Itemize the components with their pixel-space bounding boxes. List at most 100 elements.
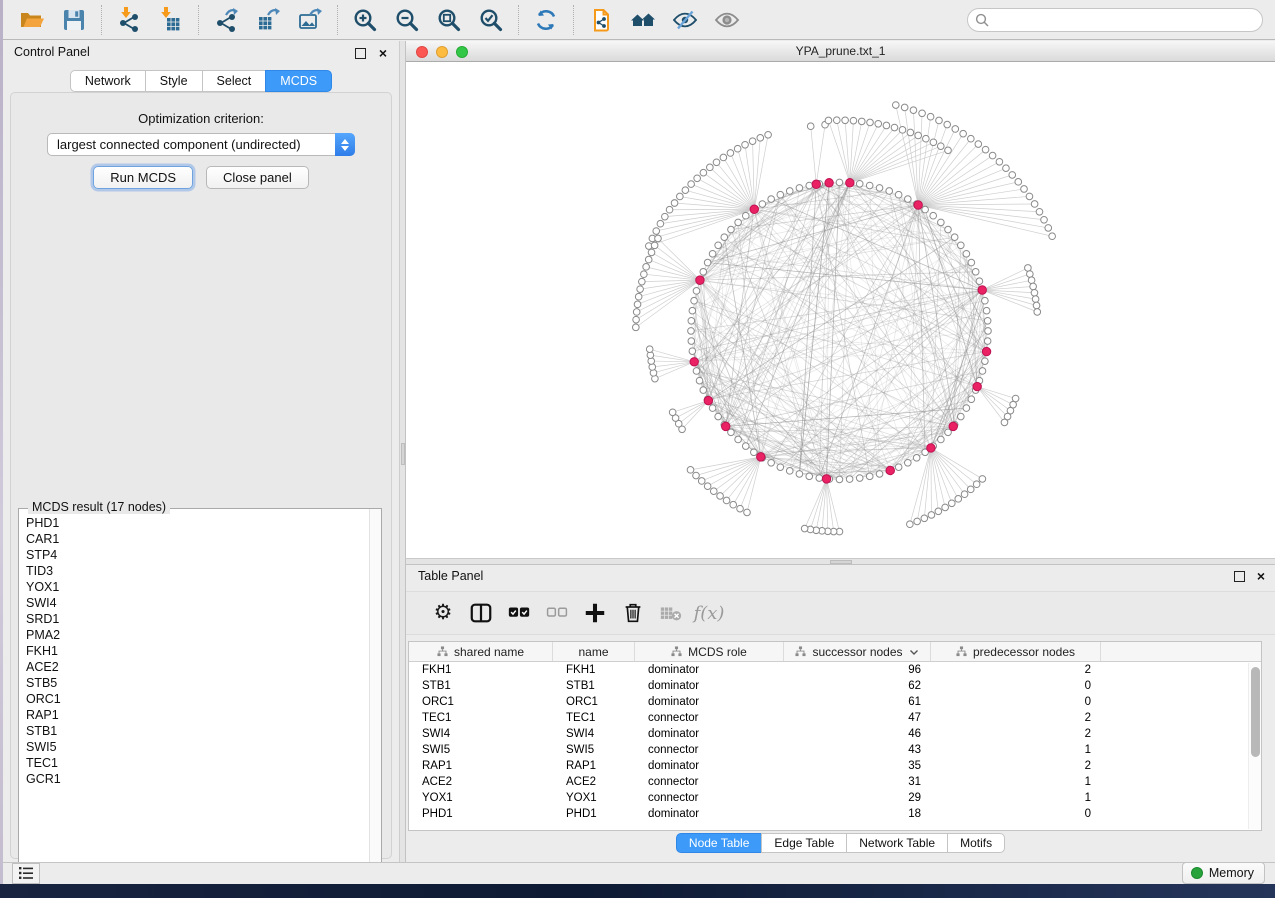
network-canvas[interactable] [406, 62, 1275, 558]
memory-button[interactable]: Memory [1182, 862, 1265, 884]
hide-selected-icon[interactable] [670, 5, 700, 35]
search-icon [975, 13, 989, 27]
column-header-predecessor-nodes[interactable]: predecessor nodes [931, 642, 1101, 661]
tab-edge-table[interactable]: Edge Table [761, 833, 847, 853]
save-session-icon[interactable] [59, 5, 89, 35]
table-scrollbar-thumb[interactable] [1251, 667, 1260, 757]
mcds-node-item[interactable]: SWI5 [19, 739, 369, 755]
tab-node-table[interactable]: Node Table [676, 833, 763, 853]
mcds-result-list: PHD1CAR1STP4TID3YOX1SWI4SRD1PMA2FKH1ACE2… [19, 515, 369, 879]
table-cell [1101, 806, 1249, 822]
column-header-successor-nodes[interactable]: successor nodes [784, 642, 931, 661]
table-cell: 2 [931, 726, 1101, 742]
table-row[interactable]: PHD1PHD1dominator180 [409, 806, 1261, 822]
tab-network[interactable]: Network [70, 70, 146, 92]
float-panel-icon[interactable] [355, 48, 366, 59]
table-cell: YOX1 [409, 790, 553, 806]
delete-table-icon [654, 596, 688, 630]
column-header-name[interactable]: name [553, 642, 635, 661]
network-window: YPA_prune.txt_1 [406, 41, 1275, 558]
table-cell: YOX1 [553, 790, 635, 806]
close-panel-icon[interactable]: × [379, 44, 387, 62]
table-row[interactable]: SWI4SWI4dominator462 [409, 726, 1261, 742]
mcds-node-item[interactable]: STP4 [19, 547, 369, 563]
tab-network-table[interactable]: Network Table [846, 833, 948, 853]
tab-style[interactable]: Style [145, 70, 203, 92]
table-cell: 1 [931, 742, 1101, 758]
add-column-icon[interactable] [578, 596, 612, 630]
export-network-icon[interactable] [211, 5, 241, 35]
zoom-fit-icon[interactable] [434, 5, 464, 35]
network-window-titlebar[interactable]: YPA_prune.txt_1 [406, 41, 1275, 62]
deselect-all-icon[interactable] [540, 596, 574, 630]
node-table: shared namenameMCDS rolesuccessor nodesp… [408, 641, 1262, 831]
table-row[interactable]: ACE2ACE2connector311 [409, 774, 1261, 790]
table-row[interactable]: TEC1TEC1connector472 [409, 710, 1261, 726]
horizontal-splitter[interactable] [406, 558, 1275, 565]
tab-mcds[interactable]: MCDS [265, 70, 332, 92]
vertical-splitter[interactable] [399, 41, 406, 862]
table-scrollbar[interactable] [1248, 663, 1261, 829]
export-image-icon[interactable] [295, 5, 325, 35]
column-header-shared-name[interactable]: shared name [409, 642, 553, 661]
mcds-node-item[interactable]: TEC1 [19, 755, 369, 771]
table-row[interactable]: STB1STB1dominator620 [409, 678, 1261, 694]
function-builder-icon: f(x) [692, 596, 726, 630]
mcds-node-item[interactable]: SWI4 [19, 595, 369, 611]
mcds-node-item[interactable]: PHD1 [19, 515, 369, 531]
share-document-icon[interactable] [586, 5, 616, 35]
refresh-icon[interactable] [531, 5, 561, 35]
table-row[interactable]: ORC1ORC1dominator610 [409, 694, 1261, 710]
table-row[interactable]: SWI5SWI5connector431 [409, 742, 1261, 758]
mcds-node-item[interactable]: STB1 [19, 723, 369, 739]
float-table-panel-icon[interactable] [1234, 571, 1245, 582]
mcds-scrollbar[interactable] [369, 509, 381, 879]
zoom-in-icon[interactable] [350, 5, 380, 35]
mcds-node-item[interactable]: CAR1 [19, 531, 369, 547]
mcds-node-item[interactable]: YOX1 [19, 579, 369, 595]
mcds-node-item[interactable]: STB5 [19, 675, 369, 691]
mcds-node-item[interactable]: GCR1 [19, 771, 369, 787]
open-session-icon[interactable] [17, 5, 47, 35]
zoom-out-icon[interactable] [392, 5, 422, 35]
close-panel-button[interactable]: Close panel [206, 166, 309, 189]
main-area: Control Panel × NetworkStyleSelectMCDS O… [3, 41, 1275, 862]
mcds-node-item[interactable]: ACE2 [19, 659, 369, 675]
mcds-node-item[interactable]: RAP1 [19, 707, 369, 723]
mcds-node-item[interactable]: TID3 [19, 563, 369, 579]
show-hidden-icon[interactable] [712, 5, 742, 35]
delete-column-icon[interactable] [616, 596, 650, 630]
right-stack: YPA_prune.txt_1 Table Panel × ⚙f(x) shar… [406, 41, 1275, 862]
table-cell: 29 [784, 790, 931, 806]
mcds-node-item[interactable]: SRD1 [19, 611, 369, 627]
tab-motifs[interactable]: Motifs [947, 833, 1005, 853]
column-panes-icon[interactable] [464, 596, 498, 630]
table-panel: Table Panel × ⚙f(x) shared namenameMCDS … [406, 565, 1275, 862]
zoom-window-icon[interactable] [456, 46, 468, 58]
export-table-icon[interactable] [253, 5, 283, 35]
mcds-node-item[interactable]: FKH1 [19, 643, 369, 659]
table-cell: connector [635, 774, 784, 790]
table-cell: SWI4 [553, 726, 635, 742]
zoom-selected-icon[interactable] [476, 5, 506, 35]
minimize-window-icon[interactable] [436, 46, 448, 58]
table-cell: STB1 [409, 678, 553, 694]
import-network-icon[interactable] [114, 5, 144, 35]
task-history-button[interactable] [12, 863, 40, 884]
table-settings-icon[interactable]: ⚙ [426, 596, 460, 630]
home-icon[interactable] [628, 5, 658, 35]
table-row[interactable]: YOX1YOX1connector291 [409, 790, 1261, 806]
table-row[interactable]: RAP1RAP1dominator352 [409, 758, 1261, 774]
column-header-MCDS-role[interactable]: MCDS role [635, 642, 784, 661]
mcds-node-item[interactable]: ORC1 [19, 691, 369, 707]
select-all-icon[interactable] [502, 596, 536, 630]
close-window-icon[interactable] [416, 46, 428, 58]
mcds-node-item[interactable]: PMA2 [19, 627, 369, 643]
table-row[interactable]: FKH1FKH1dominator962 [409, 662, 1261, 678]
run-mcds-button[interactable]: Run MCDS [93, 166, 193, 189]
import-table-icon[interactable] [156, 5, 186, 35]
close-table-panel-icon[interactable]: × [1257, 567, 1265, 585]
tab-select[interactable]: Select [202, 70, 267, 92]
search-input[interactable] [967, 8, 1263, 32]
criterion-dropdown[interactable]: largest connected component (undirected) [47, 133, 355, 156]
